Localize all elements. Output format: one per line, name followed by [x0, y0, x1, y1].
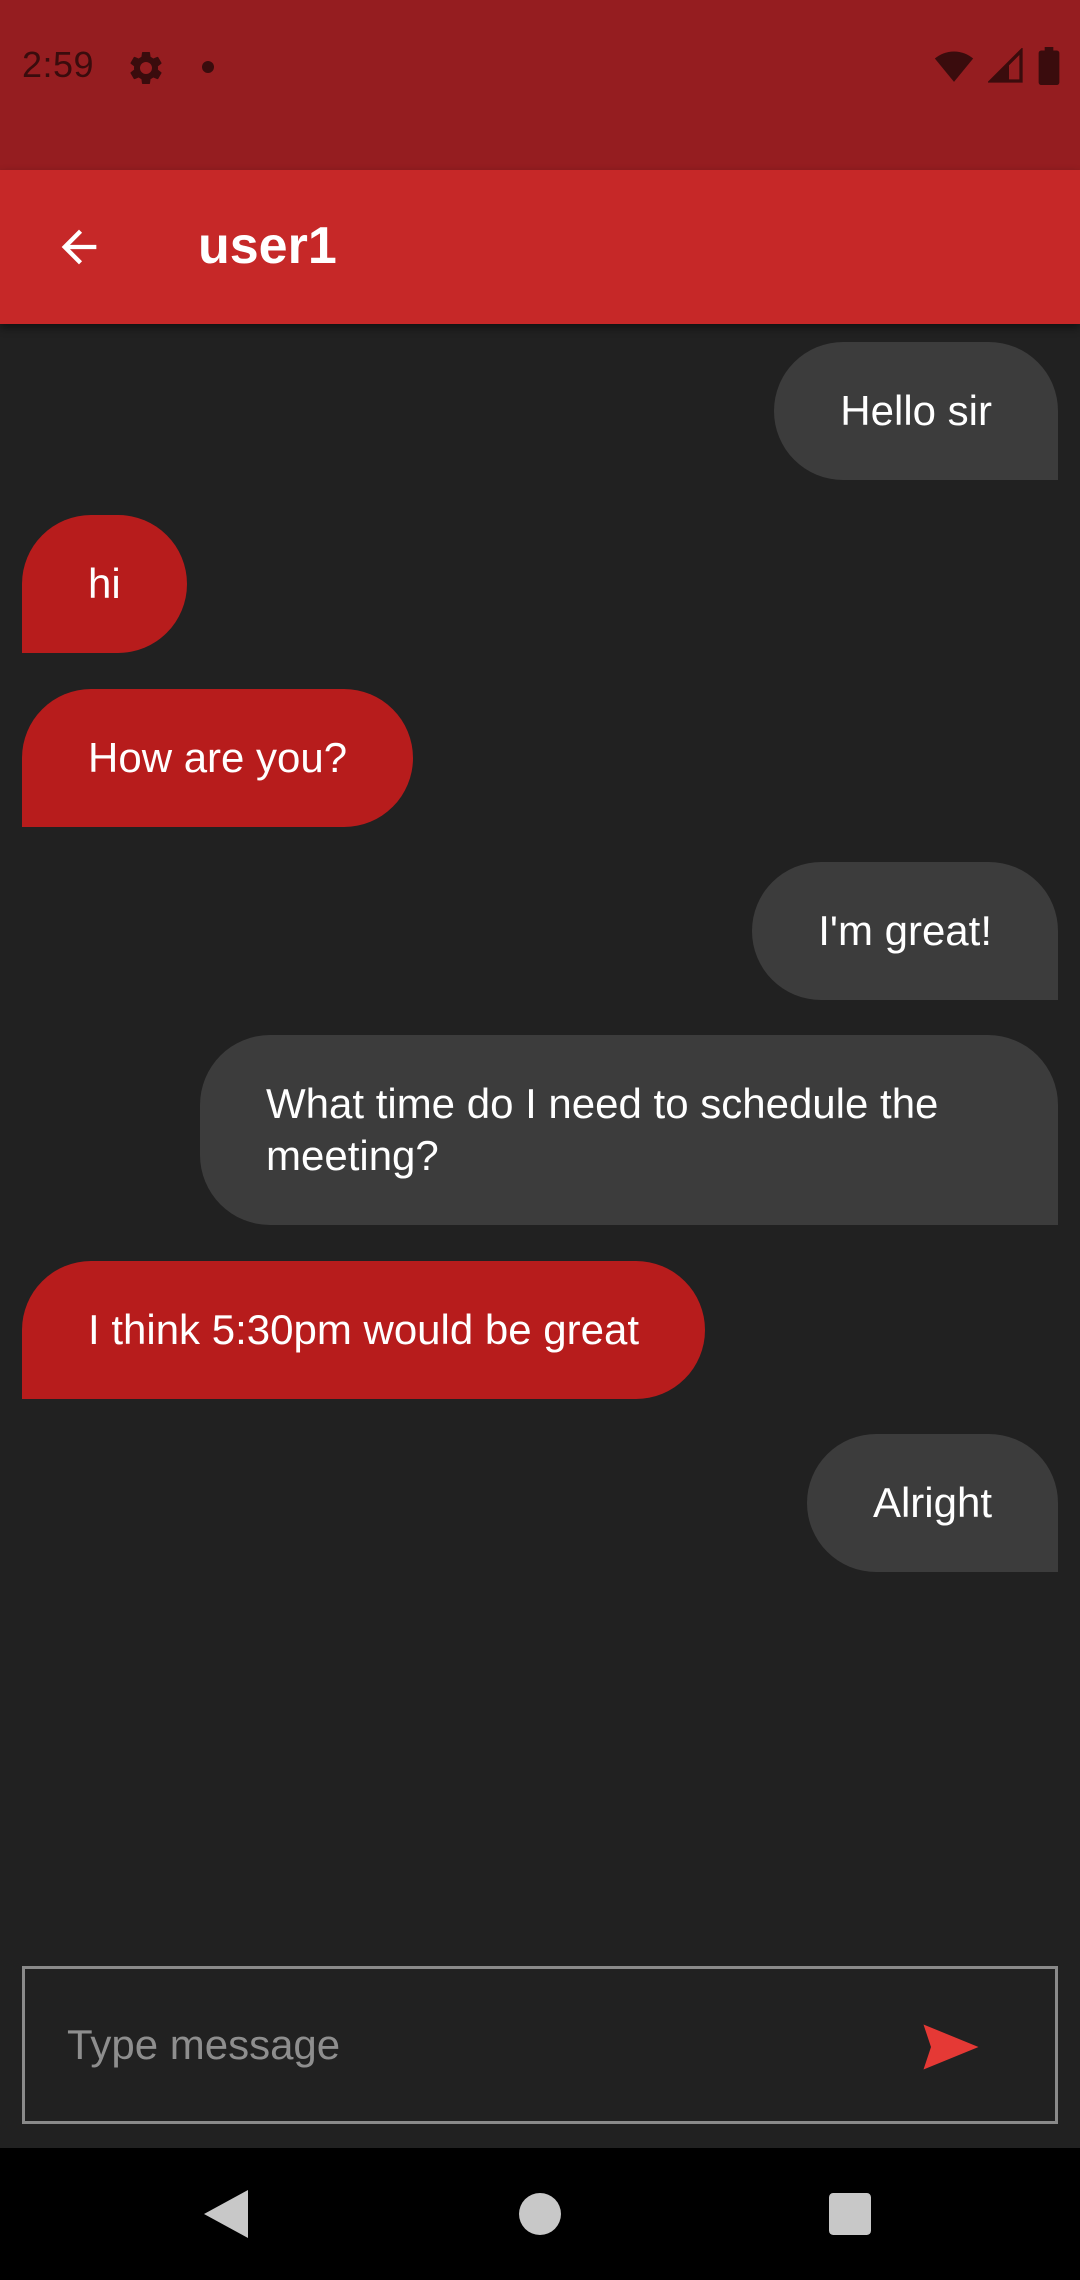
message-text: Alright [872, 1479, 992, 1526]
system-navigation-bar [0, 2148, 1080, 2280]
back-triangle-icon [204, 2190, 248, 2238]
message-bubble-sent[interactable]: Alright [806, 1434, 1058, 1572]
arrow-left-icon [61, 229, 97, 265]
recents-square-icon [829, 2193, 871, 2235]
message-composer [22, 1966, 1058, 2124]
message-bubble-sent[interactable]: What time do I need to schedule the meet… [200, 1035, 1058, 1225]
status-bar: 2:59 [0, 0, 1080, 170]
message-bubble-received[interactable]: How are you? [22, 689, 414, 827]
notification-dot-icon [202, 61, 214, 73]
nav-home-button[interactable] [504, 2178, 576, 2250]
message-text: I'm great! [818, 907, 992, 954]
home-circle-icon [519, 2193, 561, 2235]
nav-back-button[interactable] [190, 2178, 262, 2250]
message-text: What time do I need to schedule the meet… [266, 1080, 939, 1179]
chat-screen: 2:59 user1 Hello sir hi How are you? I'm… [0, 0, 1080, 2280]
gear-icon [130, 51, 162, 84]
wifi-icon [934, 51, 974, 82]
message-text: Hello sir [840, 387, 992, 434]
message-bubble-received[interactable]: I think 5:30pm would be great [22, 1261, 706, 1399]
app-bar: user1 [0, 170, 1080, 324]
send-icon [923, 2024, 979, 2070]
message-bubble-sent[interactable]: I'm great! [752, 862, 1058, 1000]
message-text: hi [88, 560, 121, 607]
send-button[interactable] [911, 2007, 991, 2087]
message-bubble-received[interactable]: hi [22, 515, 187, 653]
signal-icon [988, 48, 1023, 83]
message-bubble-sent[interactable]: Hello sir [774, 342, 1058, 480]
status-icons [934, 46, 1060, 86]
battery-icon [1038, 47, 1060, 85]
back-button[interactable] [36, 204, 122, 290]
nav-recents-button[interactable] [814, 2178, 886, 2250]
status-time: 2:59 [22, 44, 95, 85]
message-text: How are you? [88, 734, 348, 781]
message-text: I think 5:30pm would be great [88, 1306, 640, 1353]
conversation-title: user1 [198, 217, 337, 275]
message-input[interactable] [67, 1969, 867, 2121]
